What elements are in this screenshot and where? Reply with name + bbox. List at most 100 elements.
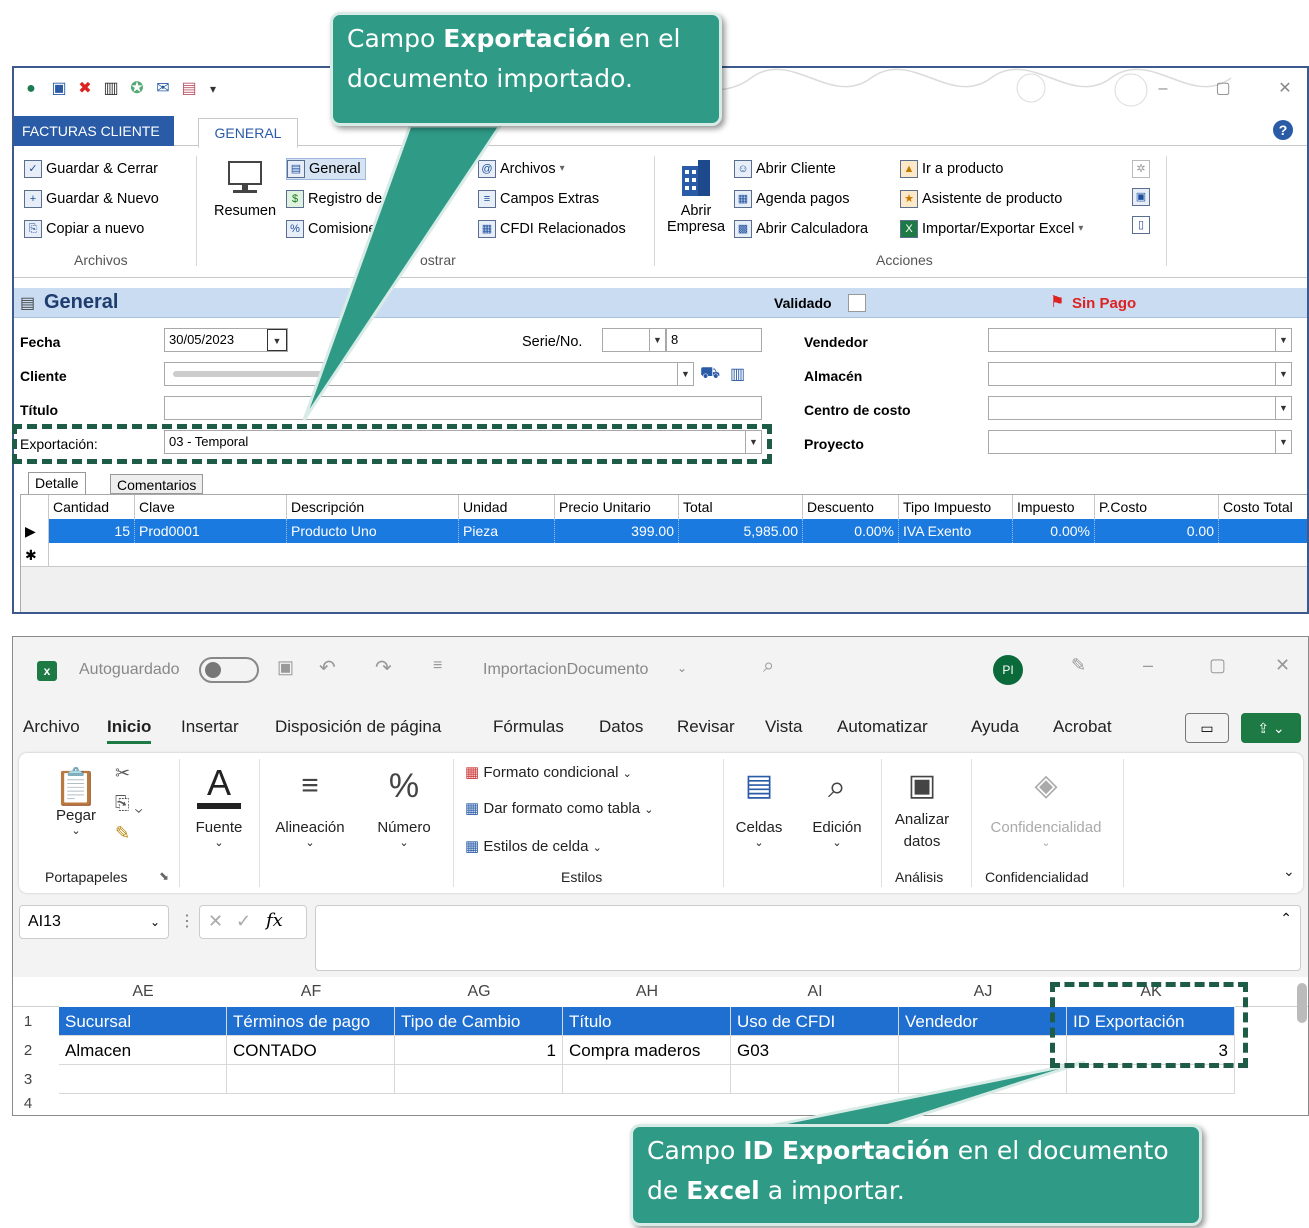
menu-datos[interactable]: Datos [599, 717, 643, 737]
tab-comentarios[interactable]: Comentarios [110, 474, 204, 494]
cancel-icon[interactable]: ✕ [208, 911, 223, 932]
refresh-icon[interactable]: ✪ [128, 80, 146, 98]
confidencialidad-button[interactable]: ◈ Confidencialidad ⌄ [981, 763, 1111, 849]
cell-costo-total[interactable] [1219, 519, 1307, 543]
col-header-ae[interactable]: AE [59, 977, 227, 1007]
cell-impuesto[interactable]: 0.00% [1013, 519, 1095, 543]
menu-acrobat[interactable]: Acrobat [1053, 717, 1112, 737]
cell-sucursal[interactable]: Almacen [59, 1036, 227, 1065]
cell-cantidad[interactable]: 15 [49, 519, 135, 543]
col-header-ah[interactable]: AH [563, 977, 731, 1007]
cell-p-costo[interactable]: 0.00 [1095, 519, 1219, 543]
cell-terminos-header[interactable]: Términos de pago [227, 1007, 395, 1036]
titulo-field[interactable] [164, 396, 762, 420]
format-painter-icon[interactable]: ✎ [115, 823, 130, 844]
centro-costo-field[interactable]: ▼ [988, 396, 1292, 420]
name-box[interactable]: AI13 ⌄ [19, 905, 169, 939]
menu-formulas[interactable]: Fórmulas [493, 717, 564, 737]
table-row[interactable]: ▶ 15 Prod0001 Producto Uno Pieza 399.00 … [21, 519, 1307, 543]
menu-inicio[interactable]: Inicio [107, 717, 152, 744]
cell-tipo-cambio-header[interactable]: Tipo de Cambio [395, 1007, 563, 1036]
new-row[interactable]: ✱ [21, 543, 1307, 567]
delete-icon[interactable]: ▥ [102, 80, 120, 98]
cell-vendedor[interactable] [899, 1036, 1067, 1065]
file-name[interactable]: ImportacionDocumento [483, 661, 648, 679]
comments-button[interactable]: ▭ [1185, 713, 1229, 743]
agenda-pagos-button[interactable]: ▦ Agenda pagos [734, 188, 850, 210]
close-doc-icon[interactable]: ✖ [76, 80, 94, 98]
col-descripcion[interactable]: Descripción [287, 495, 459, 519]
close-icon[interactable]: ✕ [1275, 655, 1290, 676]
menu-archivo[interactable]: Archivo [23, 717, 80, 737]
cell-empty[interactable] [227, 1065, 395, 1094]
cell-total[interactable]: 5,985.00 [679, 519, 803, 543]
cell-vendedor-header[interactable]: Vendedor [899, 1007, 1067, 1036]
comisiones-button[interactable]: % Comisiones [286, 218, 384, 240]
menu-disposicion[interactable]: Disposición de página [275, 717, 441, 737]
resumen-button[interactable]: Resumen [210, 158, 280, 238]
row-header-3[interactable]: 3 [13, 1065, 43, 1094]
cell-clave[interactable]: Prod0001 [135, 519, 287, 543]
cfdi-relacionados-button[interactable]: ▦ CFDI Relacionados [478, 218, 626, 240]
abrir-empresa-button[interactable]: Abrir Empresa [658, 158, 734, 248]
minimize-icon[interactable]: – [1143, 655, 1153, 676]
numero-button[interactable]: % Número ⌄ [369, 763, 439, 849]
serie-field[interactable]: ▼ [602, 328, 666, 352]
dar-formato-button[interactable]: ▦ Dar formato como tabla ⌄ [465, 799, 653, 817]
copiar-nuevo-button[interactable]: ⎘ Copiar a nuevo [24, 218, 144, 240]
campos-extras-button[interactable]: ≡ Campos Extras [478, 188, 599, 210]
cell-empty[interactable] [1067, 1065, 1235, 1094]
col-header-af[interactable]: AF [227, 977, 395, 1007]
fuente-button[interactable]: A Fuente ⌄ [189, 763, 249, 850]
numero-field[interactable]: 8 [666, 328, 762, 352]
cell-unidad[interactable]: Pieza [459, 519, 555, 543]
building-small-icon[interactable]: ▥ [730, 364, 745, 384]
undo-icon[interactable]: ↶ [319, 655, 336, 680]
cell-descuento[interactable]: 0.00% [803, 519, 899, 543]
tab-detalle[interactable]: Detalle [28, 472, 86, 494]
copy-icon[interactable]: ⎘ ⌄ [115, 793, 143, 814]
menu-automatizar[interactable]: Automatizar [837, 717, 928, 737]
ribbon-expand-icon[interactable]: ⌄ [1283, 863, 1295, 880]
redo-icon[interactable]: ↷ [375, 655, 392, 680]
alineacion-button[interactable]: ≡ Alineación ⌄ [265, 763, 355, 849]
col-descuento[interactable]: Descuento [803, 495, 899, 519]
xml-icon[interactable]: ▣ [1132, 188, 1150, 206]
chevron-down-icon[interactable]: ▼ [1275, 397, 1291, 419]
fx-icon[interactable]: fx [266, 910, 283, 931]
pen-icon[interactable]: ✎ [1071, 655, 1086, 676]
guardar-nuevo-button[interactable]: + Guardar & Nuevo [24, 188, 159, 210]
cell-titulo-header[interactable]: Título [563, 1007, 731, 1036]
col-impuesto[interactable]: Impuesto [1013, 495, 1095, 519]
pegar-button[interactable]: 📋 Pegar ⌄ [49, 767, 103, 838]
proyecto-field[interactable]: ▼ [988, 430, 1292, 454]
col-costo-total[interactable]: Costo Total [1219, 495, 1307, 519]
col-unidad[interactable]: Unidad [459, 495, 555, 519]
vertical-scrollbar[interactable] [1297, 983, 1307, 1023]
menu-vista[interactable]: Vista [765, 717, 803, 737]
importar-exportar-button[interactable]: X Importar/Exportar Excel ▾ [900, 218, 1083, 240]
col-precio-unitario[interactable]: Precio Unitario [555, 495, 679, 519]
share-button[interactable]: ⇪ ⌄ [1241, 713, 1301, 743]
save-icon[interactable]: ▣ [50, 80, 68, 98]
cell-sucursal-header[interactable]: Sucursal [59, 1007, 227, 1036]
validado-checkbox[interactable] [848, 294, 866, 312]
customize-qat-icon[interactable]: ≡ [433, 657, 442, 675]
menu-revisar[interactable]: Revisar [677, 717, 735, 737]
window-close-icon[interactable]: ✕ [1276, 80, 1294, 98]
chevron-down-icon[interactable]: ▼ [1275, 363, 1291, 385]
col-header-aj[interactable]: AJ [899, 977, 1067, 1007]
cell-terminos[interactable]: CONTADO [227, 1036, 395, 1065]
chevron-down-icon[interactable]: ▼ [677, 363, 693, 385]
row-header-2[interactable]: 2 [13, 1036, 43, 1065]
edicion-button[interactable]: ⌕ Edición ⌄ [805, 763, 869, 849]
formula-input[interactable]: ⌃ [315, 905, 1301, 971]
col-tipo-impuesto[interactable]: Tipo Impuesto [899, 495, 1013, 519]
analizar-datos-button[interactable]: ▣ Analizar datos [887, 763, 957, 853]
dialog-launcher-icon[interactable]: ⬊ [159, 869, 169, 883]
cell-empty[interactable] [731, 1065, 899, 1094]
maximize-icon[interactable]: ▢ [1214, 80, 1232, 98]
menu-ayuda[interactable]: Ayuda [971, 717, 1019, 737]
col-clave[interactable]: Clave [135, 495, 287, 519]
cut-icon[interactable]: ✂ [115, 763, 130, 784]
